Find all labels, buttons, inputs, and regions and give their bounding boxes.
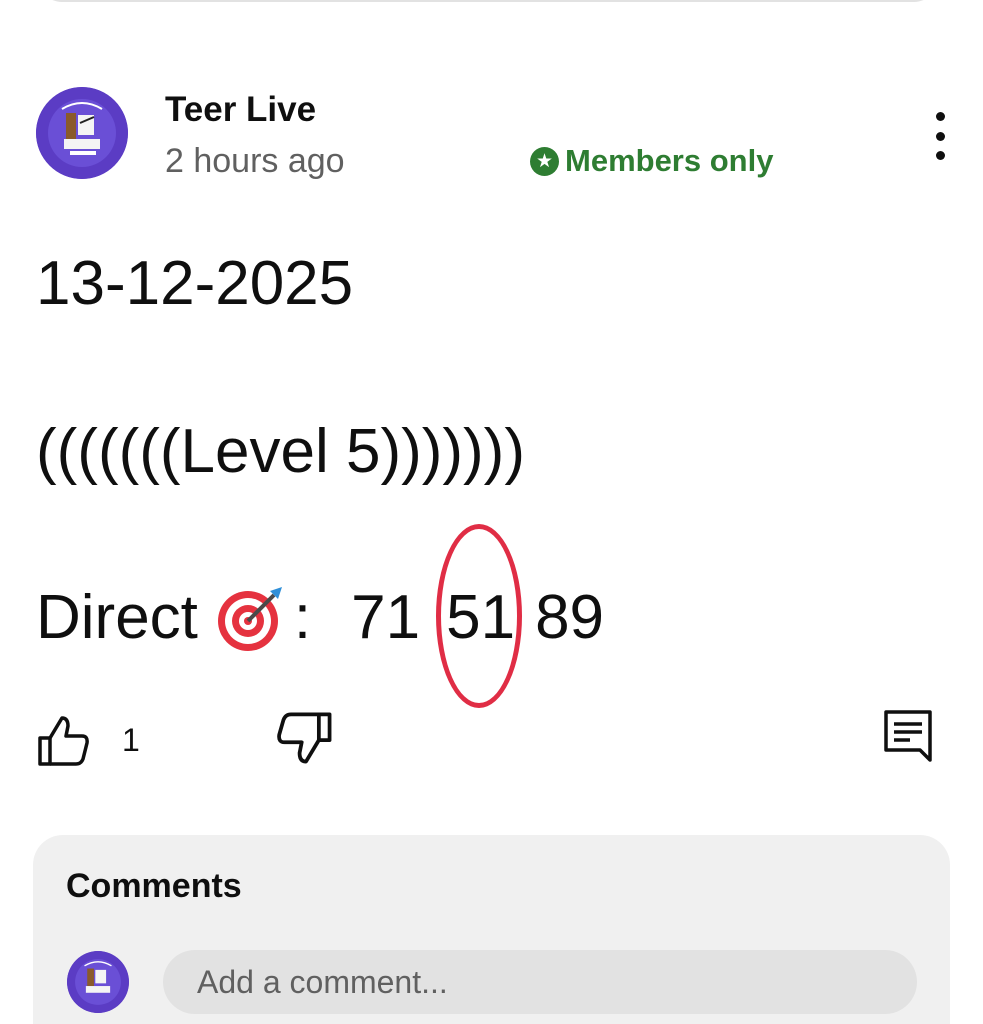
user-logo-image: [67, 951, 129, 1013]
post-header: Teer Live 2 hours ago ★ Members only: [0, 0, 983, 200]
community-post-page: Teer Live 2 hours ago ★ Members only 13-…: [0, 0, 983, 1024]
channel-avatar[interactable]: [36, 87, 128, 179]
like-button[interactable]: 1: [34, 708, 164, 772]
thumbs-up-icon: [38, 716, 89, 766]
members-only-badge: ★ Members only: [530, 141, 773, 181]
channel-name[interactable]: Teer Live: [165, 90, 316, 130]
comments-panel[interactable]: Comments: [33, 835, 950, 1024]
comment-icon: [884, 710, 932, 762]
comment-button[interactable]: [880, 704, 940, 768]
ellipsis-dot: [935, 151, 945, 160]
direct-hit-target-icon: [217, 586, 282, 651]
comments-title: Comments: [66, 867, 242, 905]
more-options-button[interactable]: [918, 108, 962, 164]
thumbs-down-icon: [277, 712, 332, 764]
post-date-line: 13-12-2025: [36, 249, 354, 318]
dislike-button[interactable]: [276, 708, 340, 772]
channel-logo-image: [36, 87, 128, 179]
vertical-ellipsis-icon: [935, 112, 945, 121]
star-circle-icon: ★: [530, 146, 559, 176]
direct-number-2-circled: 51: [436, 524, 523, 708]
like-count: 1: [122, 721, 140, 758]
post-direct-line: Direct : 71 51 89: [36, 524, 605, 708]
direct-number-3: 89: [535, 583, 605, 652]
direct-number-1: 71: [351, 583, 421, 652]
red-highlight-oval: [436, 524, 523, 708]
user-avatar: [67, 951, 129, 1013]
direct-label: Direct: [36, 583, 198, 652]
post-timestamp: 2 hours ago: [165, 142, 345, 180]
post-level-line: (((((((Level 5))))))): [36, 417, 525, 486]
post-action-bar: 1: [0, 700, 983, 780]
direct-separator: :: [293, 583, 312, 652]
members-only-label: Members only: [565, 143, 774, 178]
add-comment-input[interactable]: [163, 950, 917, 1014]
ellipsis-dot: [935, 131, 945, 141]
